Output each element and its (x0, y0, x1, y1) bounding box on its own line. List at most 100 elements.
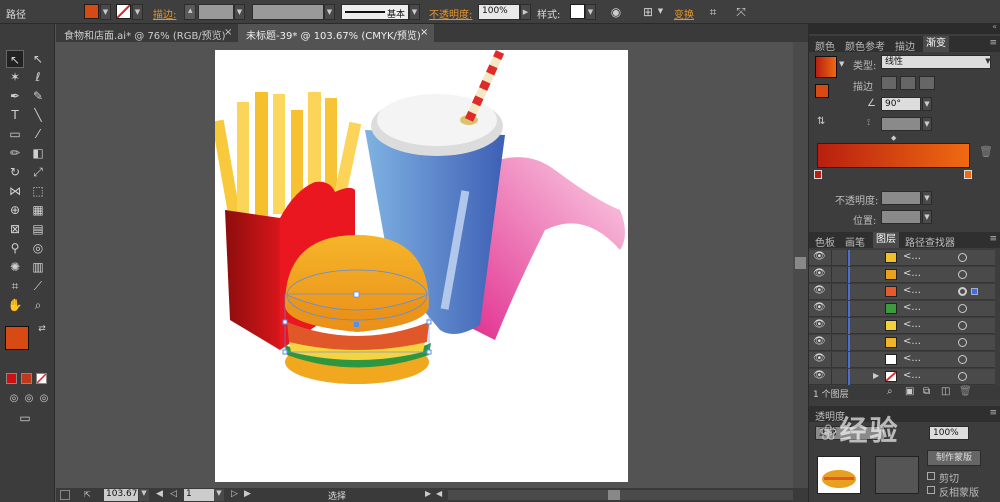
stop-location-arrow[interactable]: ▼ (922, 210, 932, 224)
magic-wand-tool-icon[interactable]: ✶ (6, 68, 24, 86)
target-circle-icon[interactable] (958, 253, 967, 262)
layer-row[interactable]: 👁 <... (809, 335, 995, 351)
panel-menu-icon[interactable]: ≡ (989, 38, 997, 48)
visibility-eye-icon[interactable]: 👁 (813, 302, 826, 313)
gradient-mode-icon[interactable] (21, 373, 32, 384)
rotate-tool-icon[interactable]: ↻ (6, 163, 24, 181)
layer-row[interactable]: 👁 ▶ <... (809, 369, 995, 385)
layer-row-selected[interactable]: 👁 <... (809, 284, 995, 300)
layer-row[interactable]: 👁 <... (809, 250, 995, 266)
make-mask-button[interactable]: 制作蒙版 (927, 450, 981, 466)
rectangle-tool-icon[interactable]: ▭ (6, 125, 24, 143)
zoom-arrow[interactable]: ▼ (139, 489, 149, 501)
isolate-icon[interactable]: ⌗ (705, 4, 721, 20)
status-menu-arrow[interactable]: ▶ (425, 489, 431, 498)
gradient-presets-arrow[interactable]: ▼ (839, 60, 844, 68)
profile-arrow[interactable]: ▼ (324, 4, 335, 20)
mask-thumbnail[interactable] (875, 456, 919, 494)
color-mode-icon[interactable] (6, 373, 17, 384)
stroke-gradient-across-icon[interactable] (919, 76, 935, 90)
hand-tool-icon[interactable]: ✋ (6, 296, 24, 314)
aspect-ratio-arrow[interactable]: ▼ (922, 117, 932, 131)
horizontal-scrollbar[interactable] (448, 490, 793, 500)
target-circle-icon[interactable] (958, 304, 967, 313)
clip-checkbox[interactable] (927, 472, 935, 480)
visibility-eye-icon[interactable]: 👁 (813, 268, 826, 279)
visibility-eye-icon[interactable]: 👁 (813, 353, 826, 364)
none-mode-icon[interactable] (36, 373, 47, 384)
slice-tool-icon[interactable]: ⟋ (29, 277, 47, 295)
align-icon[interactable]: ⊞ (640, 4, 656, 20)
stroke-label[interactable]: 描边: (153, 6, 176, 21)
symbol-sprayer-tool-icon[interactable]: ✺ (6, 258, 24, 276)
gradient-tool-icon[interactable]: ▤ (29, 220, 47, 238)
stop-location-field[interactable] (881, 210, 921, 224)
layer-row[interactable]: 👁 <... (809, 267, 995, 283)
gradient-stop-end[interactable] (964, 170, 972, 179)
target-circle-icon[interactable] (958, 338, 967, 347)
aspect-ratio-field[interactable] (881, 117, 921, 131)
opacity-field[interactable]: 100% (478, 4, 520, 20)
tab-gradient[interactable]: 渐变 (923, 36, 949, 52)
vertical-scrollbar[interactable] (793, 42, 808, 488)
graphic-style-swatch[interactable] (570, 4, 585, 19)
gradient-type-select[interactable]: 线性 (881, 55, 991, 69)
transform-link[interactable]: 变换 (674, 6, 694, 21)
lasso-tool-icon[interactable]: ℓ (29, 68, 47, 86)
stroke-weight-field[interactable] (198, 4, 234, 20)
width-tool-icon[interactable]: ⋈ (6, 182, 24, 200)
gradient-thumbnail[interactable] (815, 56, 837, 78)
angle-field[interactable]: 90° (881, 97, 921, 111)
eraser-tool-icon[interactable]: ◧ (29, 144, 47, 162)
reverse-gradient-icon[interactable]: ⇅ (817, 116, 825, 127)
doc-tab-untitled[interactable]: 未标题-39* @ 103.67% (CMYK/预览) × (238, 24, 434, 42)
close-icon[interactable]: × (420, 27, 428, 38)
stroke-gradient-within-icon[interactable] (881, 76, 897, 90)
target-circle-icon[interactable] (958, 287, 967, 296)
swap-colors-icon[interactable]: ⇄ (33, 320, 51, 338)
next-artboard-icon[interactable]: ▷ (231, 489, 238, 499)
delete-layer-icon[interactable]: 🗑 (959, 386, 972, 397)
target-circle-icon[interactable] (958, 270, 967, 279)
vertical-scroll-thumb[interactable] (795, 257, 806, 269)
visibility-eye-icon[interactable]: 👁 (813, 336, 826, 347)
visibility-eye-icon[interactable]: 👁 (813, 370, 826, 381)
scale-tool-icon[interactable]: ⤢ (29, 163, 47, 181)
selection-indicator[interactable] (971, 288, 978, 295)
artboard-tool-icon[interactable]: ⌗ (6, 277, 24, 295)
horizontal-scroll-thumb[interactable] (608, 490, 620, 500)
doc-tab-food[interactable]: 食物和店面.ai* @ 76% (RGB/预览) × (56, 24, 236, 42)
layer-row[interactable]: 👁 <... (809, 301, 995, 317)
midpoint-diamond-icon[interactable]: ◆ (891, 134, 896, 142)
new-layer-icon[interactable]: ◫ (941, 386, 950, 397)
align-arrow[interactable]: ▼ (655, 4, 666, 20)
draw-inside-icon[interactable]: ◎ (35, 390, 53, 408)
direct-selection-tool-icon[interactable]: ↖ (29, 50, 47, 68)
transparency-menu-icon[interactable]: ≡ (989, 408, 997, 418)
shape-builder-tool-icon[interactable]: ⊕ (6, 201, 24, 219)
type-tool-icon[interactable]: T (6, 106, 24, 124)
new-sublayer-icon[interactable]: ⧉ (923, 386, 930, 397)
expand-arrow-icon[interactable]: ▶ (873, 371, 879, 380)
paintbrush-tool-icon[interactable]: ⁄ (29, 125, 47, 143)
gradient-slider[interactable] (817, 143, 970, 168)
locate-object-icon[interactable]: ⌕ (887, 386, 893, 397)
collapse-icon[interactable]: « (992, 22, 997, 31)
eyedropper-tool-icon[interactable]: ⚲ (6, 239, 24, 257)
artboard[interactable] (211, 50, 628, 482)
recolor-artwork-icon[interactable]: ◉ (608, 4, 624, 20)
zoom-tool-icon[interactable]: ⌕ (29, 296, 47, 314)
artboard-field[interactable]: 1 (184, 489, 214, 501)
column-graph-tool-icon[interactable]: ▥ (29, 258, 47, 276)
export-icon[interactable]: ⇱ (84, 490, 94, 500)
type-arrow[interactable]: ▼ (983, 55, 993, 69)
variable-width-profile[interactable] (252, 4, 324, 20)
tab-swatches[interactable]: 色板 (815, 234, 835, 249)
stroke-weight-stepper[interactable]: ▴ (184, 4, 196, 20)
pencil-tool-icon[interactable]: ✏ (6, 144, 24, 162)
tab-stroke[interactable]: 描边 (895, 38, 915, 53)
fill-dropdown-arrow[interactable]: ▼ (100, 4, 111, 20)
close-icon[interactable]: × (224, 27, 232, 38)
stroke-dropdown-arrow[interactable]: ▼ (132, 4, 143, 20)
mesh-tool-icon[interactable]: ⊠ (6, 220, 24, 238)
